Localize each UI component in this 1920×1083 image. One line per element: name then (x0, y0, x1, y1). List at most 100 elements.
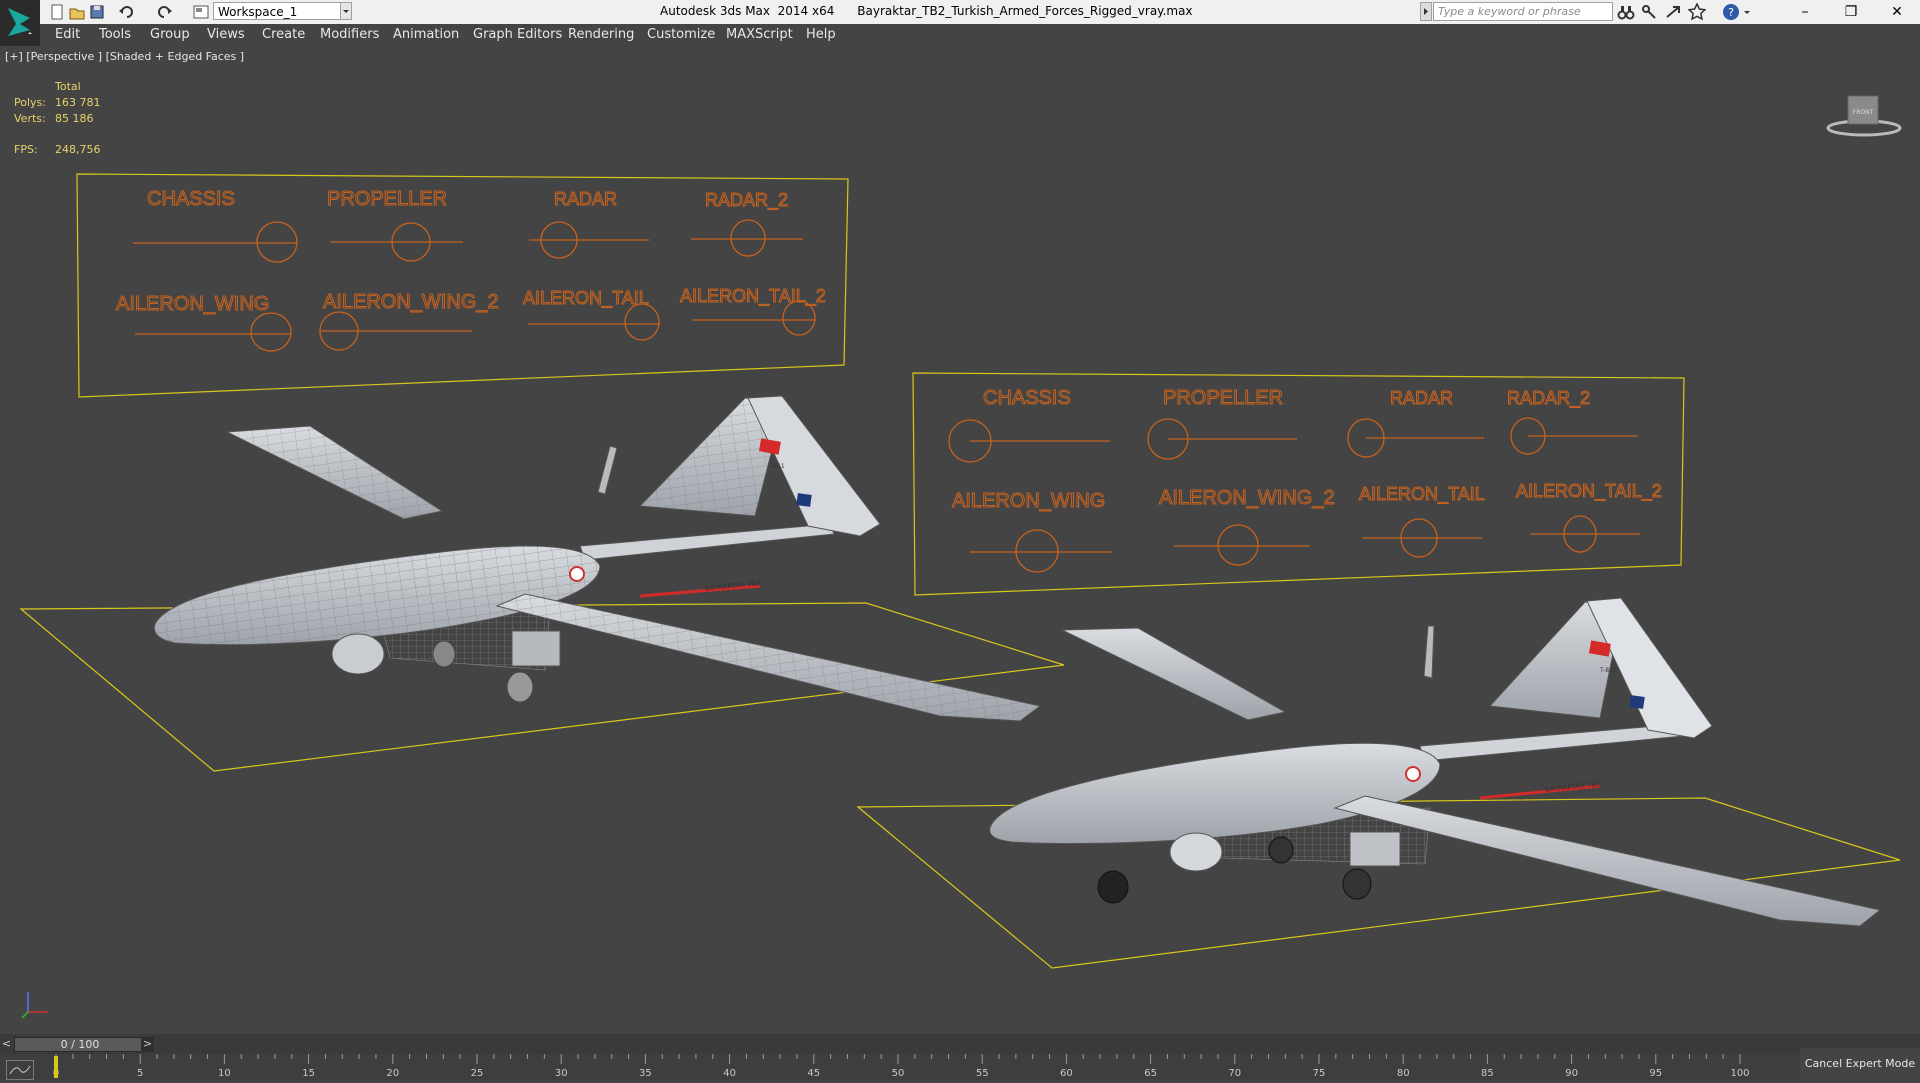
tick-label: 50 (892, 1068, 905, 1079)
menu-group[interactable]: Group (150, 27, 190, 42)
cancel-expert-mode-button[interactable]: Cancel Expert Mode (1800, 1048, 1920, 1080)
restore-button[interactable]: ❐ (1828, 0, 1874, 24)
binoculars-icon[interactable] (1617, 3, 1635, 21)
undo-icon[interactable] (118, 3, 136, 21)
app-logo-icon[interactable] (0, 0, 40, 46)
drone-model-wireframe[interactable]: T-811 BAYRAKTAR TB2 (19, 395, 1065, 772)
slider-knob-aileron-wing[interactable] (250, 312, 292, 352)
tick-label: 95 (1649, 1068, 1662, 1079)
new-file-icon[interactable] (48, 3, 66, 21)
tick-label: 55 (976, 1068, 989, 1079)
title-bar: Workspace_1 Autodesk 3ds Max 2014 x64 Ba… (0, 0, 1920, 24)
tail-boom-1 (579, 523, 835, 561)
key-icon[interactable] (1640, 3, 1658, 21)
time-next-icon[interactable]: > (141, 1037, 154, 1052)
slider-knob-radar-2[interactable] (730, 219, 766, 257)
rig-control-panel-2[interactable]: CHASSIS PROPELLER RADAR RADAR_2 AILERON_… (912, 372, 1685, 596)
radar-pod-1 (331, 633, 385, 675)
menu-maxscript[interactable]: MAXScript (726, 27, 793, 42)
time-slider-bar: < 0 / 100 > (0, 1034, 1920, 1054)
app-title: Autodesk 3ds Max 2014 x64 (660, 4, 835, 18)
viewcube[interactable]: FRONT (1826, 88, 1902, 142)
menu-modifiers[interactable]: Modifiers (320, 27, 379, 42)
menu-animation[interactable]: Animation (393, 27, 459, 42)
open-file-icon[interactable] (68, 3, 86, 21)
menu-edit[interactable]: Edit (55, 27, 80, 42)
slider-knob-aileron-tail[interactable] (624, 303, 660, 341)
tail-code-2: T-811 (1599, 667, 1617, 674)
tick-label: 70 (1228, 1068, 1241, 1079)
window-title: Autodesk 3ds Max 2014 x64 Bayraktar_TB2_… (660, 4, 1193, 18)
menu-rendering[interactable]: Rendering (568, 27, 634, 42)
viewcube-face-label: FRONT (1853, 109, 1874, 116)
close-button[interactable]: ✕ (1874, 0, 1920, 24)
tick-label: 20 (386, 1068, 399, 1079)
perspective-viewport[interactable]: [+] [Perspective ] [Shaded + Edged Faces… (0, 46, 1920, 1034)
exchange-icon[interactable] (1664, 3, 1682, 21)
rig2-label-aileron-tail-2: AILERON_TAIL_2 (1516, 481, 1662, 502)
slider-knob-aileron-wing-b[interactable] (1015, 529, 1059, 573)
tick-label: 85 (1481, 1068, 1494, 1079)
menu-graph-editors[interactable]: Graph Editors (473, 27, 562, 42)
save-icon[interactable] (88, 3, 106, 21)
side-marking-2: BAYRAKTAR TB2 (1544, 780, 1600, 794)
tick-label: 90 (1565, 1068, 1578, 1079)
rig2-label-propeller: PROPELLER (1163, 387, 1283, 409)
menu-views[interactable]: Views (207, 27, 245, 42)
help-dropdown-icon[interactable] (1742, 3, 1760, 21)
star-icon[interactable] (1687, 2, 1707, 21)
tick-label: 100 (1730, 1068, 1749, 1079)
rig-control-panel[interactable]: CHASSIS PROPELLER RADAR RADAR_2 AILERON_… (76, 173, 849, 398)
tick-label: 75 (1313, 1068, 1326, 1079)
search-input[interactable]: Type a keyword or phrase (1433, 2, 1613, 21)
roundel-icon-2 (1405, 766, 1421, 782)
slider-knob-chassis[interactable] (256, 221, 298, 263)
slider-knob-aileron-wing-2b[interactable] (1217, 524, 1259, 566)
menu-bar: Edit Tools Group Views Create Modifiers … (40, 24, 1920, 46)
tick-label: 35 (639, 1068, 652, 1079)
menu-create[interactable]: Create (262, 27, 305, 42)
munition-rack-2 (1349, 831, 1401, 867)
rig-label-chassis: CHASSIS (147, 188, 235, 210)
tick-label: 30 (555, 1068, 568, 1079)
file-title: Bayraktar_TB2_Turkish_Armed_Forces_Rigge… (857, 4, 1193, 18)
tick-label: 25 (471, 1068, 484, 1079)
search-expand-icon[interactable] (1420, 2, 1432, 21)
redo-icon[interactable] (155, 3, 173, 21)
menu-tools[interactable]: Tools (99, 27, 131, 42)
munition-rack-1 (511, 630, 561, 667)
time-prev-icon[interactable]: < (0, 1037, 13, 1052)
rig2-label-aileron-wing: AILERON_WING (952, 490, 1105, 512)
minimize-button[interactable]: – (1782, 0, 1828, 24)
workspace-dropdown[interactable]: Workspace_1 (213, 2, 343, 20)
help-icon[interactable]: ? (1722, 3, 1740, 21)
propeller-blade-2 (1423, 625, 1435, 679)
scene-canvas[interactable]: CHASSIS PROPELLER RADAR RADAR_2 AILERON_… (0, 46, 1920, 1034)
slider-knob-aileron-tail-2[interactable] (782, 300, 816, 336)
chevron-down-icon[interactable] (340, 2, 352, 20)
tick-label: 15 (302, 1068, 315, 1079)
time-slider[interactable]: 0 / 100 (14, 1037, 146, 1052)
wheel-3 (1097, 870, 1129, 904)
rig-label-aileron-tail-2: AILERON_TAIL_2 (680, 286, 826, 307)
track-bar[interactable]: 0 5 10 15 20 25 30 35 40 45 50 55 60 65 … (0, 1054, 1920, 1080)
tick-label: 5 (137, 1068, 143, 1079)
frame-ruler[interactable]: 0 5 10 15 20 25 30 35 40 45 50 55 60 65 … (0, 1054, 1800, 1080)
rig-label-propeller: PROPELLER (327, 188, 447, 210)
emblem-icon (796, 493, 812, 507)
radar-pod-2 (1169, 832, 1223, 872)
rig-label-aileron-wing-2: AILERON_WING_2 (323, 291, 499, 313)
drone-model-shaded[interactable]: T-811 BAYRAKTAR TB2 (856, 597, 1901, 969)
tick-label: 40 (723, 1068, 736, 1079)
menu-help[interactable]: Help (806, 27, 836, 42)
project-folder-icon[interactable] (192, 3, 210, 21)
rig2-label-chassis: CHASSIS (983, 387, 1071, 409)
emblem-icon-2 (1629, 695, 1645, 709)
rig2-label-aileron-tail: AILERON_TAIL (1359, 484, 1485, 505)
propeller-blade-1 (597, 445, 618, 495)
current-frame-marker[interactable] (54, 1056, 58, 1078)
mini-curve-editor-icon[interactable] (6, 1060, 34, 1080)
svg-text:?: ? (1728, 6, 1734, 19)
menu-customize[interactable]: Customize (647, 27, 715, 42)
side-marking-1: BAYRAKTAR TB2 (704, 579, 760, 593)
